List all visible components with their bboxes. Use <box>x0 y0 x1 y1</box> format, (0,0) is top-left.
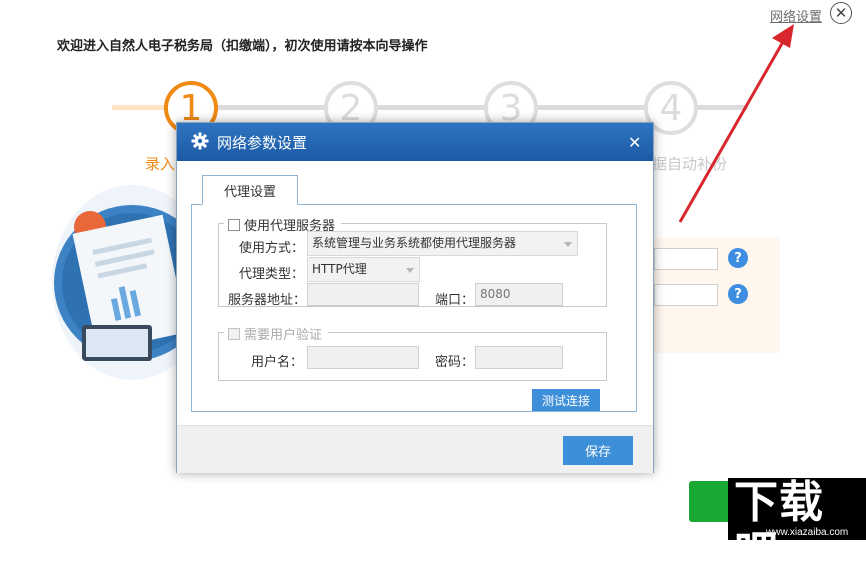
step-line-end <box>698 105 748 110</box>
step-line-2-3 <box>378 105 486 110</box>
step-line-start <box>112 105 166 110</box>
require-auth-checkbox[interactable] <box>228 327 240 340</box>
bg-input-1[interactable] <box>654 248 718 270</box>
username-label: 用户名： <box>251 355 304 370</box>
username-input[interactable] <box>307 346 419 369</box>
step-4-label: 据自动补份 <box>652 155 728 173</box>
step-line-1-2 <box>218 105 326 110</box>
tab-proxy-settings[interactable]: 代理设置 <box>202 175 298 205</box>
watermark-logo: 下载吧 www.xiazaiba.com <box>728 478 866 578</box>
proxy-type-select[interactable]: HTTP代理 <box>307 257 420 282</box>
step-line-3-4 <box>538 105 646 110</box>
usage-value: 系统管理与业务系统都使用代理服务器 <box>312 236 517 250</box>
gear-icon <box>191 132 209 150</box>
close-icon[interactable]: ✕ <box>628 133 641 152</box>
port-input[interactable]: 8080 <box>475 283 563 306</box>
usage-label: 使用方式： <box>239 241 305 256</box>
chevron-down-icon <box>564 242 572 247</box>
password-label: 密码： <box>435 355 475 370</box>
test-connection-button[interactable]: 测试连接 <box>532 389 600 411</box>
server-address-input[interactable] <box>307 283 419 306</box>
usage-select[interactable]: 系统管理与业务系统都使用代理服务器 <box>307 231 578 256</box>
proxy-settings-panel: 使用代理服务器 使用方式： 系统管理与业务系统都使用代理服务器 代理类型： HT… <box>191 204 637 412</box>
port-label: 端口： <box>435 293 475 308</box>
dialog-header[interactable]: 网络参数设置 ✕ <box>177 123 653 161</box>
watermark-url: www.xiazaiba.com <box>766 527 849 538</box>
use-proxy-checkbox[interactable] <box>228 218 240 231</box>
save-button[interactable]: 保存 <box>563 436 633 465</box>
network-settings-link[interactable]: 网络设置 <box>770 6 822 25</box>
password-input[interactable] <box>475 346 563 369</box>
welcome-title: 欢迎进入自然人电子税务局（扣缴端），初次使用请按本向导操作 <box>57 39 428 54</box>
server-address-label: 服务器地址： <box>228 293 307 308</box>
dialog-footer: 保存 <box>177 425 653 473</box>
bg-input-2[interactable] <box>654 284 718 306</box>
question-icon[interactable]: ? <box>728 248 748 268</box>
close-circle-icon[interactable]: ✕ <box>830 2 852 24</box>
proxy-type-value: HTTP代理 <box>312 262 367 276</box>
auth-checkbox-row[interactable]: 需要用户验证 <box>224 324 329 343</box>
require-auth-label: 需要用户验证 <box>244 328 323 343</box>
proxy-type-label: 代理类型： <box>239 267 305 282</box>
step-1-label: 录入 <box>145 155 176 173</box>
question-icon[interactable]: ? <box>728 284 748 304</box>
network-settings-dialog: 网络参数设置 ✕ 代理设置 使用代理服务器 使用方式： 系统管理与业务系统都使用… <box>176 122 654 473</box>
dialog-title: 网络参数设置 <box>217 134 308 152</box>
chevron-down-icon <box>406 268 414 273</box>
